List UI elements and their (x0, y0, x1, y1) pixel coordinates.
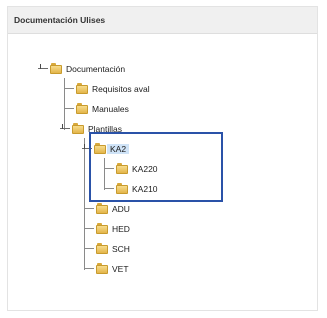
tree-node-label: Documentación (66, 64, 126, 74)
tree-node-label: SCH (112, 244, 130, 254)
folder-icon (76, 83, 88, 94)
tree-connector (64, 108, 74, 109)
tree-connector (64, 88, 74, 89)
tree-node-label: Requisitos aval (92, 84, 150, 94)
panel-title: Documentación Ulises (14, 15, 106, 25)
collapse-toggle-icon[interactable] (38, 64, 48, 69)
tree-node-label: ADU (112, 204, 130, 214)
folder-icon (96, 263, 108, 274)
folder-icon (96, 223, 108, 234)
tree-connector (84, 248, 94, 249)
tree-connector (84, 268, 94, 269)
collapse-toggle-icon[interactable] (60, 124, 70, 129)
highlight-box (89, 132, 223, 202)
folder-icon (76, 103, 88, 114)
folder-icon (96, 203, 108, 214)
tree-connector (84, 138, 85, 270)
panel-header: Documentación Ulises (8, 7, 317, 34)
tree-connector (84, 228, 94, 229)
folder-icon (96, 243, 108, 254)
folder-icon (50, 63, 62, 74)
tree-connector (64, 78, 65, 130)
tree-node-label: Manuales (92, 104, 129, 114)
tree-node-label: HED (112, 224, 130, 234)
tree-connector (84, 208, 94, 209)
tree-node-label: VET (112, 264, 129, 274)
folder-icon (72, 123, 84, 134)
